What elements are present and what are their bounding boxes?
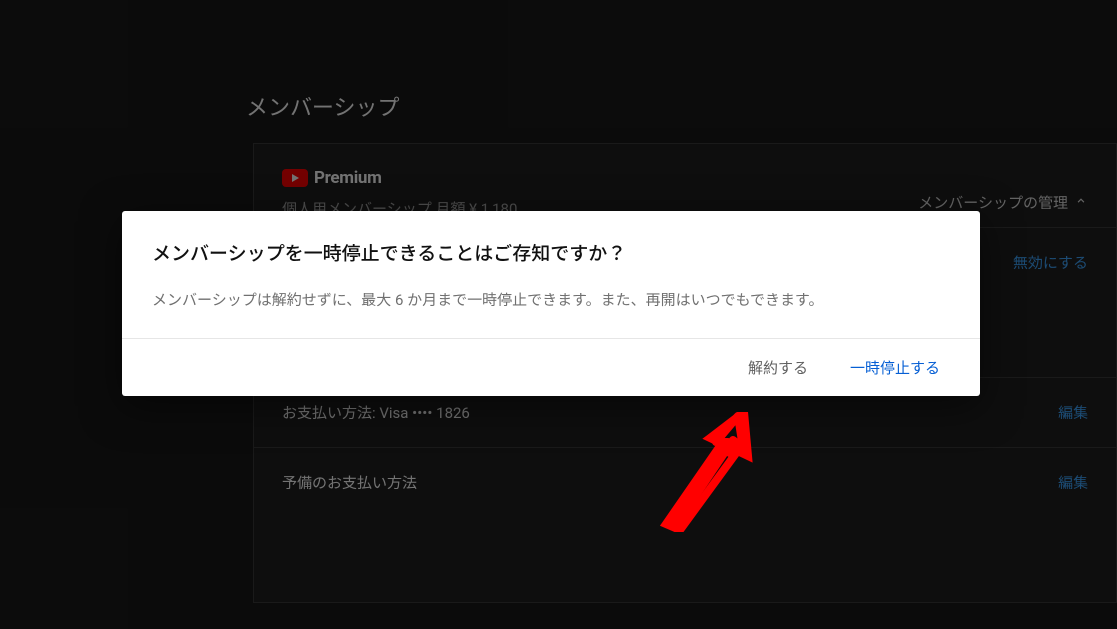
pause-membership-dialog: メンバーシップを一時停止できることはご存知ですか？ メンバーシップは解約せずに、…: [122, 211, 980, 396]
dialog-title: メンバーシップを一時停止できることはご存知ですか？: [152, 239, 950, 266]
dialog-body-text: メンバーシップは解約せずに、最大 6 か月まで一時停止できます。また、再開はいつ…: [152, 288, 950, 314]
cancel-button[interactable]: 解約する: [748, 357, 808, 378]
pause-button[interactable]: 一時停止する: [850, 357, 952, 378]
dialog-actions: 解約する 一時停止する: [122, 338, 980, 396]
